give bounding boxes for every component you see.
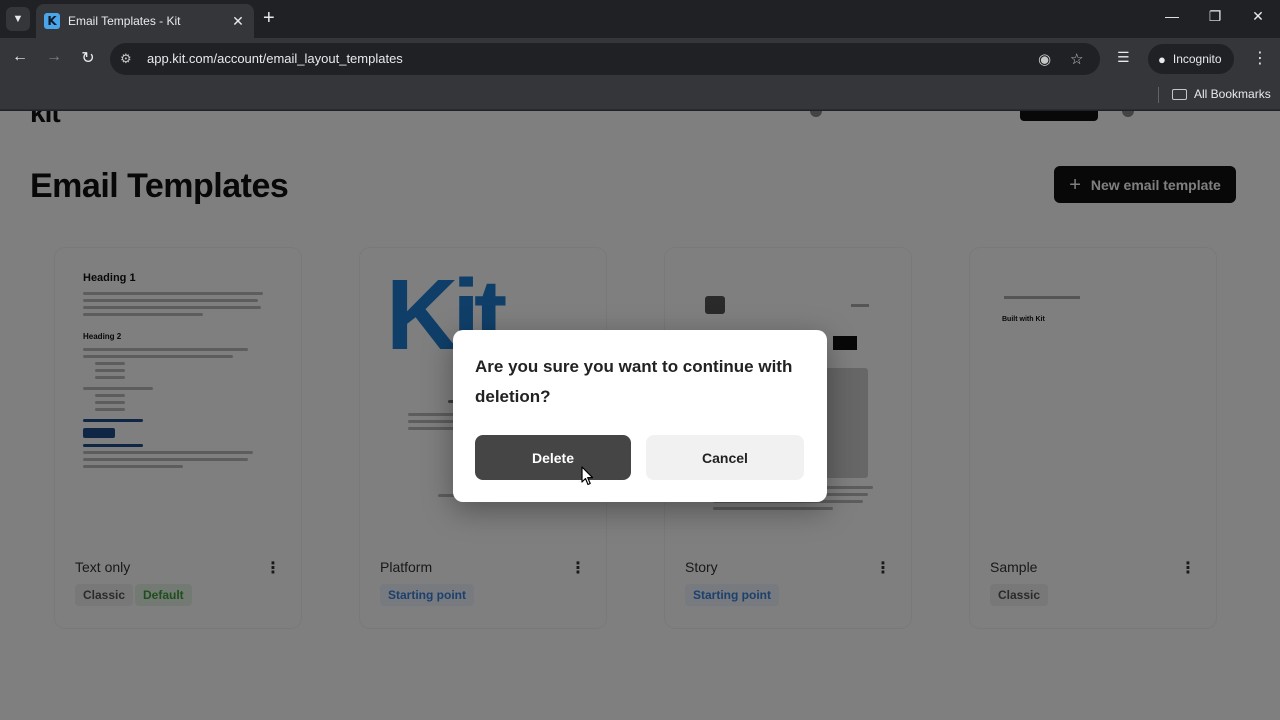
new-tab-plus-icon[interactable]: +	[263, 8, 275, 28]
forward-arrow-icon[interactable]: →	[43, 48, 65, 66]
kit-favicon-icon: K	[44, 13, 60, 29]
tab-title: Email Templates - Kit	[68, 14, 181, 28]
all-bookmarks-button[interactable]: All Bookmarks	[1172, 87, 1271, 101]
minimize-icon[interactable]: —	[1157, 8, 1187, 24]
browser-menu-icon[interactable]: ⋮	[1252, 48, 1268, 68]
incognito-indicator[interactable]: ● Incognito	[1148, 44, 1234, 74]
browser-tab-bar: ▼ K Email Templates - Kit ✕ + — ❐ ✕	[0, 0, 1280, 38]
all-bookmarks-label: All Bookmarks	[1194, 87, 1271, 101]
eye-off-icon[interactable]: ◉	[1038, 50, 1051, 68]
delete-button[interactable]: Delete	[475, 435, 631, 480]
address-bar[interactable]: ⚙ app.kit.com/account/email_layout_templ…	[110, 43, 1100, 75]
dialog-message: Are you sure you want to continue with d…	[475, 357, 793, 406]
delete-confirmation-dialog: Are you sure you want to continue with d…	[453, 330, 827, 502]
cancel-button[interactable]: Cancel	[646, 435, 804, 480]
tab-search-chevron-icon[interactable]: ▼	[6, 7, 30, 31]
url-text[interactable]: app.kit.com/account/email_layout_templat…	[147, 51, 403, 66]
browser-toolbar: ← → ↻ ⚙ app.kit.com/account/email_layout…	[0, 38, 1280, 80]
back-arrow-icon[interactable]: ←	[9, 48, 31, 66]
tab-close-icon[interactable]: ✕	[230, 13, 246, 30]
media-controls-icon[interactable]: ☰	[1117, 49, 1130, 66]
incognito-icon: ●	[1158, 51, 1166, 67]
bookmark-star-icon[interactable]: ☆	[1070, 50, 1083, 68]
window-close-icon[interactable]: ✕	[1243, 8, 1273, 25]
folder-icon	[1172, 88, 1187, 100]
bookmarks-divider	[1158, 87, 1159, 103]
incognito-label: Incognito	[1172, 52, 1222, 66]
site-info-icon[interactable]: ⚙	[120, 51, 132, 67]
reload-icon[interactable]: ↻	[77, 48, 99, 68]
restore-icon[interactable]: ❐	[1200, 8, 1230, 25]
browser-tab[interactable]: K Email Templates - Kit ✕	[36, 4, 254, 38]
bookmarks-bar: All Bookmarks	[0, 80, 1280, 110]
